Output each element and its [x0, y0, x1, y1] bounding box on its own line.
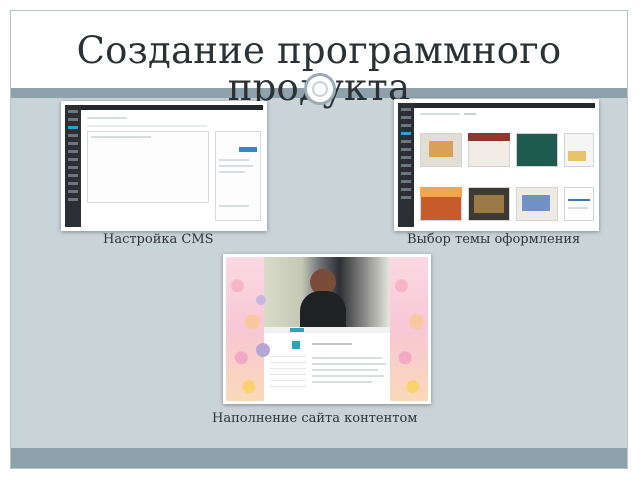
- caption-content: Наполнение сайта контентом: [212, 411, 418, 426]
- theme-thumb: [474, 195, 504, 213]
- purple-circle-icon: [256, 343, 270, 357]
- admin-topbar: [398, 103, 595, 108]
- circle-ornament-icon: [304, 73, 336, 105]
- floral-border-left: [226, 257, 264, 401]
- theme-thumb: [516, 133, 558, 167]
- calendar-widget: [270, 351, 306, 387]
- theme-thumb: [429, 141, 453, 157]
- cms-settings-screenshot: [61, 101, 267, 231]
- publish-button-icon: [239, 147, 257, 152]
- theme-thumb: [468, 133, 510, 141]
- admin-sidebar: [398, 103, 414, 227]
- publish-panel: [215, 131, 261, 221]
- slide-frame: Создание программного продукта Настройка…: [10, 10, 628, 469]
- editor-area: [87, 131, 209, 203]
- site-content-screenshot: [223, 254, 431, 404]
- caption-theme: Выбор темы оформления: [407, 232, 581, 247]
- theme-selection-screenshot: [394, 99, 599, 231]
- bottom-strip: [11, 448, 627, 468]
- admin-topbar: [65, 105, 263, 110]
- floral-border-right: [390, 257, 428, 401]
- theme-thumb: [564, 133, 594, 167]
- site-nav-bar: [264, 327, 390, 333]
- theme-thumb: [420, 187, 462, 197]
- theme-thumb: [568, 151, 586, 161]
- caption-cms: Настройка CMS: [103, 232, 214, 247]
- theme-thumb: [522, 195, 550, 211]
- purple-circle-icon: [256, 295, 266, 305]
- theme-thumb: [564, 187, 594, 221]
- person-silhouette-icon: [300, 291, 346, 327]
- admin-sidebar: [65, 105, 81, 227]
